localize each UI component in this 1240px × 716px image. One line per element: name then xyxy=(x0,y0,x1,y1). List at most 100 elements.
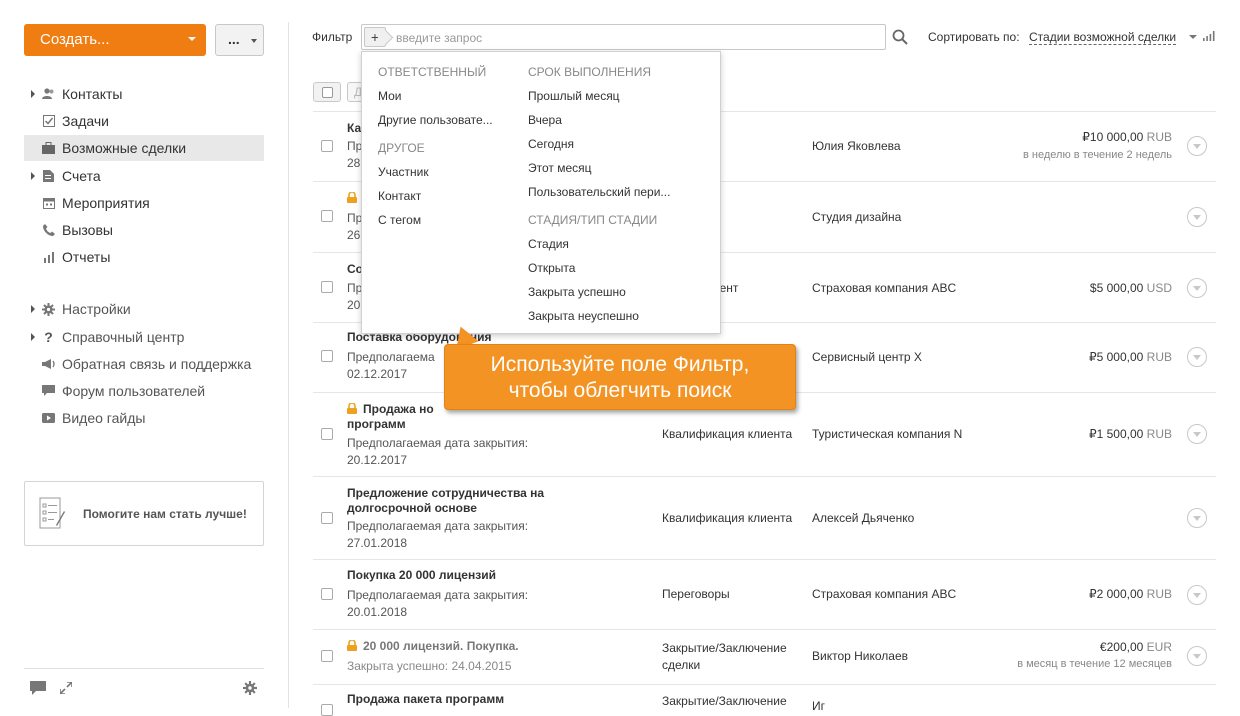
sidebar-item-help-center[interactable]: ? Справочный центр xyxy=(24,324,264,350)
deal-title[interactable]: Продажа пакета программ xyxy=(347,692,597,707)
dropdown-item-open[interactable]: Открыта xyxy=(528,261,575,275)
row-checkbox[interactable] xyxy=(321,588,333,600)
row-checkbox[interactable] xyxy=(321,210,333,222)
row-checkbox[interactable] xyxy=(321,704,333,716)
deal-title-text: 20 000 лицензий. Покупка. xyxy=(363,639,519,653)
dropdown-item-contact[interactable]: Контакт xyxy=(378,189,421,203)
dropdown-item-participant[interactable]: Участник xyxy=(378,165,429,179)
amount-currency: USD xyxy=(1146,281,1172,295)
calendar-icon xyxy=(42,197,55,209)
sidebar-item-calls[interactable]: Вызовы xyxy=(24,217,264,243)
sidebar-item-events[interactable]: Мероприятия xyxy=(24,190,264,216)
row-menu-icon[interactable] xyxy=(1187,585,1207,605)
megaphone-icon xyxy=(42,358,55,370)
row-menu-icon[interactable] xyxy=(1187,508,1207,528)
deal-date-label: Предполагаемая дата закрытия: xyxy=(347,519,529,533)
dropdown-item-stage[interactable]: Стадия xyxy=(528,237,569,251)
filter-input[interactable]: + введите запрос xyxy=(361,24,886,50)
table-row[interactable]: Покупка 20 000 лицензий Предполагаемая д… xyxy=(313,559,1216,629)
dropdown-item-mine[interactable]: Мои xyxy=(378,89,402,103)
filter-dropdown: ОТВЕТСТВЕННЫЙ Мои Другие пользовате... Д… xyxy=(361,51,721,334)
dropdown-item-other-users[interactable]: Другие пользовате... xyxy=(378,113,493,127)
row-menu-icon[interactable] xyxy=(1187,278,1207,298)
deal-client[interactable]: Студия дизайна xyxy=(812,210,901,224)
sidebar-item-settings[interactable]: Настройки xyxy=(24,296,264,322)
table-row[interactable]: 20 000 лицензий. Покупка. Закрыта успешн… xyxy=(313,629,1216,684)
deal-amount: ₽10 000,00 RUB xyxy=(1082,130,1172,144)
row-checkbox[interactable] xyxy=(321,350,333,362)
create-button[interactable]: Создать... xyxy=(24,24,206,56)
sidebar-item-video-guides[interactable]: Видео гайды xyxy=(24,405,264,431)
deal-client[interactable]: Виктор Николаев xyxy=(812,649,908,663)
row-checkbox[interactable] xyxy=(321,650,333,662)
feedback-banner[interactable]: Помогите нам стать лучше! xyxy=(24,481,264,546)
table-row[interactable]: Предложение сотрудничества на долгосрочно… xyxy=(313,476,1216,559)
row-menu-icon[interactable] xyxy=(1187,646,1207,666)
callout-line: чтобы облегчить поиск xyxy=(508,379,732,402)
dropdown-item-last-month[interactable]: Прошлый месяц xyxy=(528,89,620,103)
dropdown-item-tag[interactable]: С тегом xyxy=(378,213,421,227)
search-icon[interactable] xyxy=(892,29,908,45)
gear-icon[interactable] xyxy=(242,681,258,697)
expand-arrow-icon[interactable] xyxy=(31,90,35,98)
sidebar-item-contacts[interactable]: Контакты xyxy=(24,81,264,107)
deal-client[interactable]: Туристическая компания N xyxy=(812,427,962,441)
deal-client[interactable]: Страховая компания ABC xyxy=(812,587,956,601)
deal-title[interactable]: 20 000 лицензий. Покупка. xyxy=(347,639,597,654)
sidebar-item-deals[interactable]: Возможные сделки xyxy=(24,135,264,161)
expand-arrow-icon[interactable] xyxy=(31,172,35,180)
deal-client[interactable]: Сервисный центр X xyxy=(812,350,922,364)
dropdown-item-this-month[interactable]: Этот месяц xyxy=(528,161,592,175)
sort-dropdown[interactable]: Стадии возможной сделки xyxy=(1029,30,1177,45)
deal-client[interactable]: Алексей Дьяченко xyxy=(812,511,914,525)
sidebar-item-invoices[interactable]: Счета xyxy=(24,163,264,189)
deal-client[interactable]: Юлия Яковлева xyxy=(812,139,901,153)
row-menu-icon[interactable] xyxy=(1187,207,1207,227)
filter-label: Фильтр xyxy=(312,30,353,44)
sidebar-item-tasks[interactable]: Задачи xyxy=(24,108,264,134)
sidebar-item-forum[interactable]: Форум пользователей xyxy=(24,378,264,404)
expand-arrow-icon[interactable] xyxy=(31,333,35,341)
filter-placeholder: введите запрос xyxy=(396,31,483,45)
video-icon xyxy=(42,412,55,424)
sort-direction-icon[interactable] xyxy=(1203,31,1215,41)
filter-add-button[interactable]: + xyxy=(364,27,386,47)
more-button[interactable]: ... xyxy=(215,24,264,56)
expand-arrow-icon[interactable] xyxy=(31,305,35,313)
dropdown-section-responsible: ОТВЕТСТВЕННЫЙ xyxy=(378,65,487,79)
deal-client[interactable]: Иг xyxy=(812,699,825,713)
row-checkbox[interactable] xyxy=(321,281,333,293)
invoice-icon xyxy=(42,170,55,182)
deal-stage: Закрытие/Заключение сделки xyxy=(662,640,812,674)
dropdown-item-closed-lost[interactable]: Закрыта неуспешно xyxy=(528,309,639,323)
deal-title[interactable]: Покупка 20 000 лицензий xyxy=(347,568,597,583)
dropdown-item-today[interactable]: Сегодня xyxy=(528,137,574,151)
deal-amount: ₽2 000,00 RUB xyxy=(1089,587,1172,601)
create-button-label: Создать... xyxy=(40,31,110,48)
deal-amount: ₽1 500,00 RUB xyxy=(1089,427,1172,441)
sidebar-item-feedback-support[interactable]: Обратная связь и поддержка xyxy=(24,351,264,377)
deal-closed-status: Закрыта успешно: 24.04.2015 xyxy=(347,659,512,673)
row-menu-icon[interactable] xyxy=(1187,136,1207,156)
sidebar-item-label: Контакты xyxy=(62,86,123,102)
amount-value: ₽2 000,00 xyxy=(1088,587,1144,601)
row-checkbox[interactable] xyxy=(321,512,333,524)
amount-currency: RUB xyxy=(1146,130,1172,144)
chat-icon[interactable] xyxy=(30,681,46,697)
amount-value: ₽10 000,00 xyxy=(1082,130,1144,144)
row-menu-icon[interactable] xyxy=(1187,424,1207,444)
row-checkbox[interactable] xyxy=(321,140,333,152)
table-row[interactable]: Продажа пакета программ Закрытие/Заключе… xyxy=(313,684,1216,716)
deal-title[interactable]: Предложение сотрудничества на долгосрочно… xyxy=(347,486,597,516)
expand-icon[interactable] xyxy=(58,681,74,697)
row-checkbox[interactable] xyxy=(321,428,333,440)
dropdown-item-closed-won[interactable]: Закрыта успешно xyxy=(528,285,626,299)
select-all-checkbox[interactable] xyxy=(313,82,341,102)
sidebar-item-reports[interactable]: Отчеты xyxy=(24,244,264,270)
dropdown-section-other: ДРУГОЕ xyxy=(378,141,425,155)
chevron-down-icon[interactable] xyxy=(1189,35,1197,39)
row-menu-icon[interactable] xyxy=(1187,347,1207,367)
dropdown-item-yesterday[interactable]: Вчера xyxy=(528,113,562,127)
deal-client[interactable]: Страховая компания ABC xyxy=(812,281,956,295)
dropdown-item-custom-period[interactable]: Пользовательский пери... xyxy=(528,185,670,199)
